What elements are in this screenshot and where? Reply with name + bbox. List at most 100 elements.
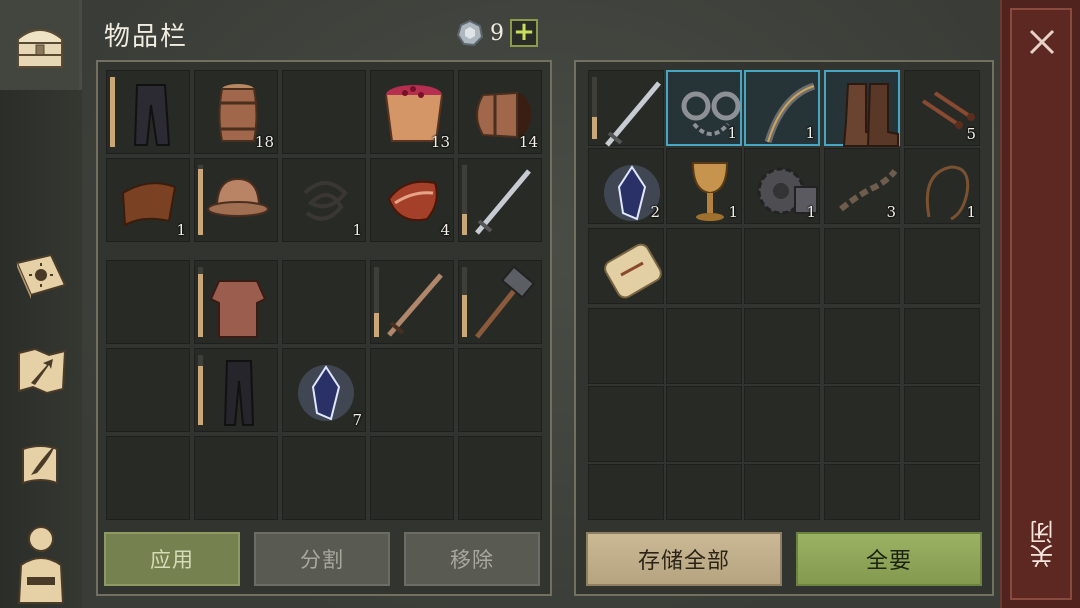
apply-button[interactable]: 应用 [104,532,240,586]
storage-slot[interactable]: 5 [904,70,980,146]
pants-icon [133,84,171,146]
inventory-slot[interactable]: 4 [370,158,454,242]
item-count: 1 [966,203,976,221]
sword-icon [475,169,531,235]
bow-icon [764,82,816,144]
sidebar [0,0,82,608]
close-icon[interactable] [1028,28,1056,56]
storage-slot[interactable] [824,464,900,520]
remove-button[interactable]: 移除 [404,532,540,586]
inventory-slot[interactable] [194,158,278,242]
equipment-slot[interactable] [370,348,454,432]
currency-count: 9 [490,20,504,46]
close-panel[interactable]: 关闭 [1000,0,1080,608]
tab-skills[interactable] [0,232,82,322]
shackles-icon [681,91,741,136]
character-icon [17,526,65,604]
storage-slot[interactable] [904,308,980,384]
storage-slot[interactable]: 3 [824,148,900,224]
item-count: 1 [727,124,737,142]
storage-slot[interactable] [904,228,980,304]
inventory-slot[interactable]: 1 [282,158,366,242]
storage-slot[interactable]: 1 [666,148,742,224]
storage-slot[interactable] [744,386,820,462]
equipment-slot[interactable] [106,260,190,344]
storage-slot[interactable]: 2 [588,148,664,224]
map-arrow-icon [18,347,67,395]
equipment-slot[interactable] [282,260,366,344]
chainmail-icon [209,280,267,338]
chest-icon [16,29,63,68]
item-count: 14 [518,133,538,151]
inventory-slot[interactable] [282,70,366,154]
item-count: 2 [650,203,660,221]
storage-slot[interactable]: 1 [744,70,820,146]
item-count: 1 [352,221,362,239]
inventory-slot[interactable]: 18 [194,70,278,154]
tab-character[interactable] [0,516,82,606]
item-count: 7 [352,411,362,429]
storage-slot[interactable] [666,464,742,520]
empty-slot[interactable] [458,436,542,520]
take-all-button[interactable]: 全要 [796,532,982,586]
storage-slot[interactable] [904,464,980,520]
storage-slot[interactable] [588,308,664,384]
storage-slot[interactable] [588,464,664,520]
inventory-slot[interactable]: 1 [106,158,190,242]
empty-slot[interactable] [282,436,366,520]
equipment-slot[interactable] [370,260,454,344]
item-count: 5 [966,125,976,143]
storage-slot[interactable] [588,70,664,147]
storage-slot[interactable] [824,386,900,462]
close-label: 关闭 [1030,520,1058,568]
storage-slot[interactable]: 1 [666,70,742,146]
tab-map[interactable] [0,326,82,416]
boots-icon [842,83,899,147]
hammer-icon [475,265,536,339]
storage-slot[interactable] [824,308,900,384]
storage-slot[interactable] [904,386,980,462]
storage-slot[interactable] [824,70,900,147]
inventory-slot[interactable]: 13 [370,70,454,154]
equipment-slot[interactable] [106,348,190,432]
equipment-slot[interactable] [194,260,278,344]
store-all-button[interactable]: 存储全部 [586,532,782,586]
item-count: 4 [440,221,450,239]
empty-slot[interactable] [194,436,278,520]
storage-slot[interactable] [666,386,742,462]
storage-slot[interactable] [666,308,742,384]
wood-sword-icon [387,273,443,337]
storage-slot[interactable]: 1 [904,148,980,224]
item-count: 3 [886,203,896,221]
empty-slot[interactable] [370,436,454,520]
split-button[interactable]: 分割 [254,532,390,586]
equipment-slot[interactable] [458,260,542,344]
storage-slot[interactable]: 1 [744,148,820,224]
leggings-icon [223,360,255,426]
helmet-icon [207,177,269,217]
add-currency-button[interactable]: + [510,19,538,47]
currency: 9 + [456,19,538,47]
storage-slot[interactable] [666,228,742,304]
inventory-slot[interactable]: 14 [458,70,542,154]
tab-journal[interactable] [0,420,82,510]
quill-scroll-icon [22,445,58,485]
empty-slot[interactable] [106,436,190,520]
equipment-slot[interactable] [194,348,278,432]
sun-book-icon [15,253,67,299]
inventory-slot[interactable] [106,70,190,154]
equipment-slot[interactable]: 7 [282,348,366,432]
storage-slot[interactable] [744,228,820,304]
item-count: 1 [806,203,816,221]
inventory-slot[interactable] [458,158,542,242]
storage-slot[interactable] [824,228,900,304]
silver-coin-icon [456,19,484,47]
storage-slot[interactable] [588,386,664,462]
equipment-slot[interactable] [458,348,542,432]
storage-slot[interactable] [744,464,820,520]
storage-slot[interactable] [744,308,820,384]
item-count: 1 [805,124,815,142]
tab-inventory[interactable] [0,0,82,90]
storage-slot[interactable] [588,228,664,304]
scroll-icon [604,243,662,299]
